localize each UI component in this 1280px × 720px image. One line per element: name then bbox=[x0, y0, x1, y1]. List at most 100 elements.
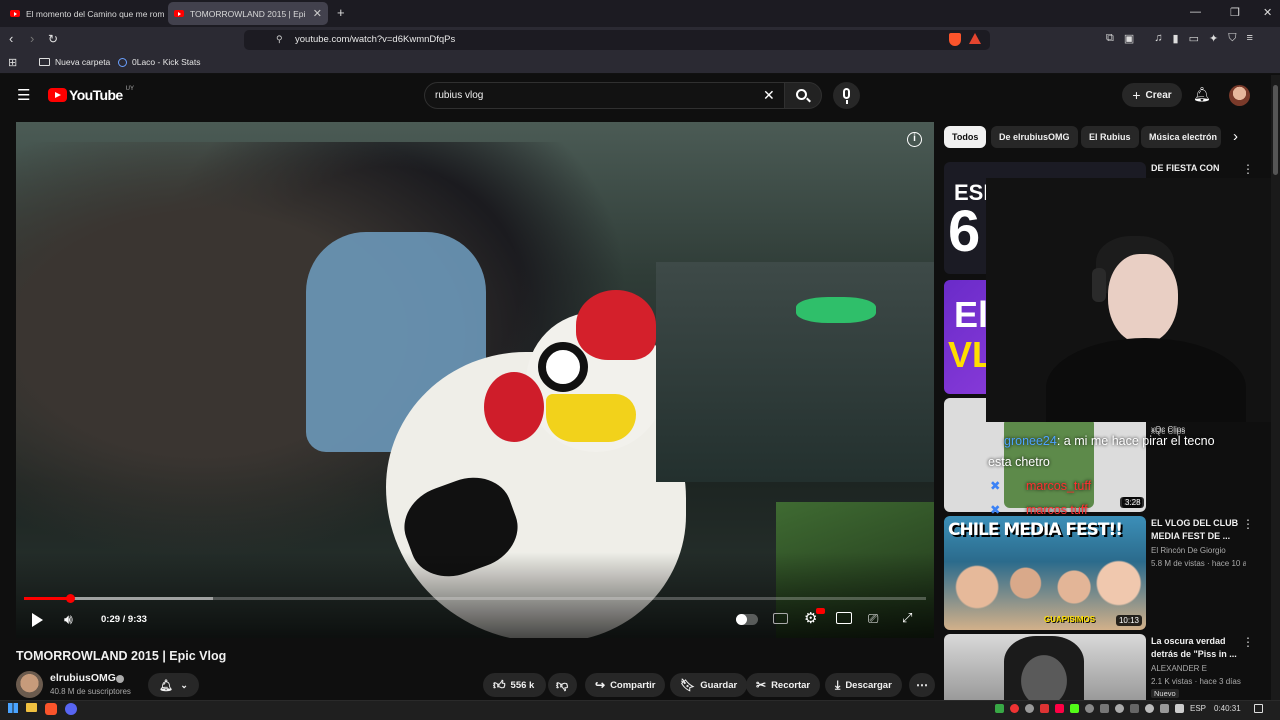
like-count: 556 k bbox=[510, 679, 535, 691]
chat-username: marcos_tuff bbox=[1025, 479, 1092, 493]
recommended-video[interactable]: La oscura verdad detrás de "Piss in ... … bbox=[944, 634, 1264, 700]
autoplay-toggle[interactable] bbox=[736, 614, 758, 625]
clip-button[interactable]: ✂ Recortar bbox=[746, 673, 821, 697]
progress-bar-track[interactable] bbox=[24, 594, 926, 603]
chip-todos[interactable]: Todos bbox=[944, 126, 987, 148]
apps-grid-icon[interactable]: ⊞ bbox=[8, 56, 17, 69]
channel-name[interactable]: elrubiusOMG bbox=[50, 672, 116, 684]
theater-mode-icon[interactable] bbox=[836, 612, 852, 624]
rewards-icon[interactable] bbox=[969, 33, 981, 44]
brave-shield-icon[interactable] bbox=[949, 33, 961, 46]
tray-icon[interactable] bbox=[1010, 704, 1019, 713]
more-icon: ⋯ bbox=[916, 678, 928, 692]
video-title[interactable]: DE FIESTA CON bbox=[1151, 162, 1243, 175]
close-tab-icon[interactable]: ✕ bbox=[313, 7, 322, 20]
volume-icon[interactable]: 🔊︎ bbox=[64, 611, 73, 628]
like-button[interactable]: 👍︎ 556 k bbox=[483, 673, 546, 697]
video-thumbnail[interactable]: CHILE MEDIA FEST!! GUAPISIMOS 10:13 bbox=[944, 516, 1146, 630]
info-icon[interactable]: i bbox=[907, 132, 922, 147]
save-button[interactable]: 🔖︎ Guardar bbox=[670, 673, 748, 697]
tray-icon[interactable] bbox=[1070, 704, 1079, 713]
search-button[interactable] bbox=[784, 82, 822, 109]
notifications-bell-icon[interactable]: 🔔︎ bbox=[1193, 86, 1211, 103]
download-icon: ⤓ bbox=[835, 677, 841, 692]
wallet-icon[interactable]: ▭ bbox=[1189, 32, 1199, 48]
windows-start-icon[interactable] bbox=[8, 703, 18, 713]
share-button[interactable]: ↪ Compartir bbox=[585, 673, 666, 697]
channel-name[interactable]: ALEXANDER E bbox=[1151, 663, 1246, 675]
cast-icon[interactable]: ⎚ bbox=[868, 611, 878, 627]
site-settings-icon[interactable]: ⚲ bbox=[276, 34, 283, 45]
sidebar-icon[interactable]: ▮ bbox=[1173, 32, 1179, 48]
headset-icon bbox=[1092, 268, 1106, 302]
minimize-icon[interactable]: — bbox=[1190, 6, 1201, 18]
tab-active[interactable]: TOMORROWLAND 2015 | Epic V ✕ bbox=[168, 2, 328, 25]
recommended-video[interactable]: CHILE MEDIA FEST!! GUAPISIMOS 10:13 EL V… bbox=[944, 516, 1264, 630]
dislike-button[interactable]: 👎︎ bbox=[548, 673, 577, 697]
language-indicator[interactable]: ESP bbox=[1190, 704, 1206, 713]
subscribe-notifications-button[interactable]: 🔔︎ ⌄ bbox=[148, 673, 199, 697]
clear-search-icon[interactable]: ✕ bbox=[763, 87, 775, 104]
download-button[interactable]: ⤓ Descargar bbox=[825, 673, 902, 697]
extensions-icon[interactable]: ⧉ bbox=[1106, 32, 1114, 48]
close-window-icon[interactable]: ✕ bbox=[1263, 6, 1272, 19]
url-text[interactable]: youtube.com/watch?v=d6KwmnDfqPs bbox=[295, 34, 455, 45]
forward-icon[interactable]: › bbox=[30, 31, 34, 47]
avatar[interactable] bbox=[1229, 85, 1250, 106]
reload-icon[interactable]: ↻ bbox=[48, 31, 58, 47]
more-options-icon[interactable]: ⋮ bbox=[1242, 162, 1254, 176]
music-icon[interactable]: ♫ bbox=[1154, 32, 1162, 48]
new-tab-button[interactable]: + bbox=[337, 5, 345, 20]
channel-avatar[interactable] bbox=[16, 671, 43, 698]
hamburger-menu-icon[interactable]: ☰ bbox=[17, 86, 30, 104]
video-thumbnail[interactable] bbox=[944, 634, 1146, 700]
more-options-icon[interactable]: ⋮ bbox=[1242, 517, 1254, 531]
scrollbar-thumb[interactable] bbox=[1273, 85, 1278, 175]
video-title[interactable]: La oscura verdad detrás de "Piss in ... bbox=[1151, 635, 1243, 661]
tray-icon[interactable] bbox=[1115, 704, 1124, 713]
screenshot-icon[interactable]: ▣ bbox=[1124, 32, 1134, 48]
youtube-logo[interactable]: YouTube UY bbox=[48, 86, 134, 103]
channel-name[interactable]: El Rincón De Giorgio bbox=[1151, 545, 1246, 557]
fullscreen-icon[interactable]: ⤢ bbox=[902, 610, 912, 626]
voice-search-button[interactable] bbox=[833, 82, 860, 109]
chips-next-icon[interactable]: › bbox=[1233, 128, 1238, 145]
play-icon[interactable] bbox=[32, 613, 43, 627]
bookmark-link[interactable]: 0Laco - Kick Stats bbox=[118, 57, 201, 67]
page-scrollbar[interactable] bbox=[1271, 75, 1280, 700]
vpn-icon[interactable]: ⛉ bbox=[1228, 32, 1236, 48]
bookmark-folder[interactable]: Nueva carpeta bbox=[39, 57, 110, 67]
subtitles-icon[interactable] bbox=[773, 613, 788, 624]
menu-icon[interactable]: ≡ bbox=[1246, 32, 1252, 48]
more-actions-button[interactable]: ⋯ bbox=[909, 673, 935, 697]
ai-icon[interactable]: ✦ bbox=[1209, 32, 1218, 48]
tray-icon[interactable] bbox=[1145, 704, 1154, 713]
tray-icon[interactable] bbox=[1160, 704, 1169, 713]
youtube-wordmark: YouTube bbox=[69, 87, 123, 103]
tray-icon[interactable] bbox=[1025, 704, 1034, 713]
tray-icon[interactable] bbox=[1040, 704, 1049, 713]
chip-el-rubius[interactable]: El Rubius bbox=[1081, 126, 1139, 148]
video-player[interactable]: i 🔊︎ 0:29 / 9:33 ⚙ ⎚ ⤢ bbox=[16, 122, 934, 638]
file-explorer-icon[interactable] bbox=[26, 703, 37, 712]
tray-icon[interactable] bbox=[1175, 704, 1184, 713]
more-options-icon[interactable]: ⋮ bbox=[1242, 635, 1254, 649]
back-icon[interactable]: ‹ bbox=[9, 31, 13, 47]
discord-icon[interactable] bbox=[65, 703, 77, 715]
tray-icon[interactable] bbox=[1100, 704, 1109, 713]
brave-browser-icon[interactable] bbox=[45, 703, 57, 715]
create-button[interactable]: + Crear bbox=[1122, 83, 1182, 107]
duration-badge: 3:28 bbox=[1122, 497, 1144, 508]
chip-channel[interactable]: De elrubiusOMG bbox=[991, 126, 1078, 148]
tray-icon[interactable] bbox=[1055, 704, 1064, 713]
clock[interactable]: 0:40:31 bbox=[1214, 704, 1241, 713]
chip-musica[interactable]: Música electrón bbox=[1141, 126, 1221, 148]
maximize-icon[interactable]: ❐ bbox=[1230, 6, 1240, 19]
search-input[interactable]: rubius vlog ✕ bbox=[424, 82, 784, 109]
tray-icon[interactable] bbox=[1085, 704, 1094, 713]
tab-inactive[interactable]: El momento del Camino que me rom bbox=[4, 2, 164, 25]
video-title[interactable]: EL VLOG DEL CLUB MEDIA FEST DE ... bbox=[1151, 517, 1243, 543]
notifications-icon[interactable] bbox=[1254, 704, 1263, 713]
tray-icon[interactable] bbox=[1130, 704, 1139, 713]
tray-icon[interactable] bbox=[995, 704, 1004, 713]
